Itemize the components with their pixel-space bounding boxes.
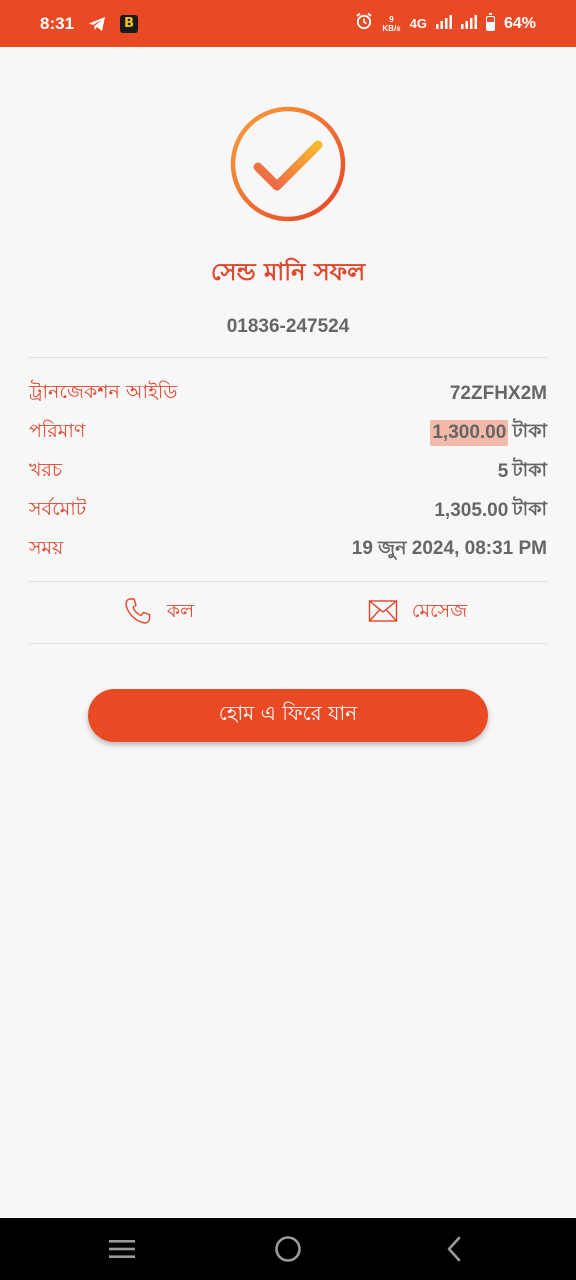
total-value: 1,305.00 xyxy=(434,499,509,521)
currency-unit: টাকা xyxy=(512,497,547,520)
speed-value: 9 xyxy=(389,14,394,24)
detail-row-charge: খরচ 5 টাকা xyxy=(29,452,547,491)
battery-icon xyxy=(485,13,495,31)
detail-label: খরচ xyxy=(29,458,63,481)
recipient-phone: 01836-247524 xyxy=(226,316,350,337)
currency-unit: টাকা xyxy=(512,458,547,481)
divider xyxy=(29,581,547,582)
status-bar: 8:31 B 9 KB/s 4G 64% xyxy=(0,0,576,47)
status-time: 8:31 xyxy=(40,13,75,33)
detail-label: পরিমাণ xyxy=(29,419,86,442)
amount-value: 1,300.00 xyxy=(430,419,509,446)
divider xyxy=(29,357,547,358)
page-title: সেন্ড মানি সফল xyxy=(210,258,366,286)
detail-value: 5 টাকা xyxy=(498,456,547,488)
message-button[interactable]: মেসেজ xyxy=(288,583,547,643)
detail-value: 1,300.00 টাকা xyxy=(430,417,547,449)
divider xyxy=(29,643,547,644)
call-button[interactable]: কল xyxy=(29,583,288,643)
telegram-icon xyxy=(88,16,106,32)
status-left: 8:31 B xyxy=(40,13,139,34)
speed-unit: KB/s xyxy=(382,23,401,33)
detail-row-amount: পরিমাণ 1,300.00 টাকা xyxy=(29,413,547,452)
detail-label: ট্রানজেকশন আইডি xyxy=(29,380,178,403)
charge-value: 5 xyxy=(497,460,509,482)
action-row: কল মেসেজ xyxy=(29,583,547,643)
detail-row-transaction-id: ট্রানজেকশন আইডি 72ZFHX2M xyxy=(29,374,547,413)
signal-icon xyxy=(435,14,452,34)
check-circle-icon xyxy=(230,106,346,222)
battery-percent: 64% xyxy=(503,14,536,32)
transaction-details: ট্রানজেকশন আইডি 72ZFHX2M পরিমাণ 1,300.00… xyxy=(29,374,547,569)
phone-icon xyxy=(123,596,153,631)
time-value: 19 জুন 2024, 08:31 PM xyxy=(351,537,547,559)
alarm-icon xyxy=(355,12,373,35)
status-right: 9 KB/s 4G 64% xyxy=(355,12,536,35)
back-icon[interactable] xyxy=(427,1218,481,1280)
detail-label: সর্বমোট xyxy=(29,497,87,520)
call-label: কল xyxy=(166,600,195,622)
navigation-bar xyxy=(0,1218,576,1280)
detail-value: 1,305.00 টাকা xyxy=(434,495,547,527)
detail-value: 19 জুন 2024, 08:31 PM xyxy=(352,534,547,566)
detail-row-total: সর্বমোট 1,305.00 টাকা xyxy=(29,491,547,530)
transaction-id-value: 72ZFHX2M xyxy=(449,382,547,404)
detail-row-time: সময় 19 জুন 2024, 08:31 PM xyxy=(29,530,547,569)
network-type: 4G xyxy=(409,16,427,31)
message-label: মেসেজ xyxy=(411,600,468,622)
signal-icon xyxy=(460,14,477,34)
home-icon[interactable] xyxy=(261,1218,315,1280)
mail-icon xyxy=(368,599,398,628)
currency-unit: টাকা xyxy=(512,419,547,442)
detail-value: 72ZFHX2M xyxy=(450,383,547,405)
b-app-icon: B xyxy=(120,14,139,33)
menu-icon[interactable] xyxy=(95,1218,149,1280)
home-button[interactable]: হোম এ ফিরে যান xyxy=(88,689,488,742)
detail-label: সময় xyxy=(29,536,64,559)
network-speed: 9 KB/s xyxy=(382,15,400,33)
